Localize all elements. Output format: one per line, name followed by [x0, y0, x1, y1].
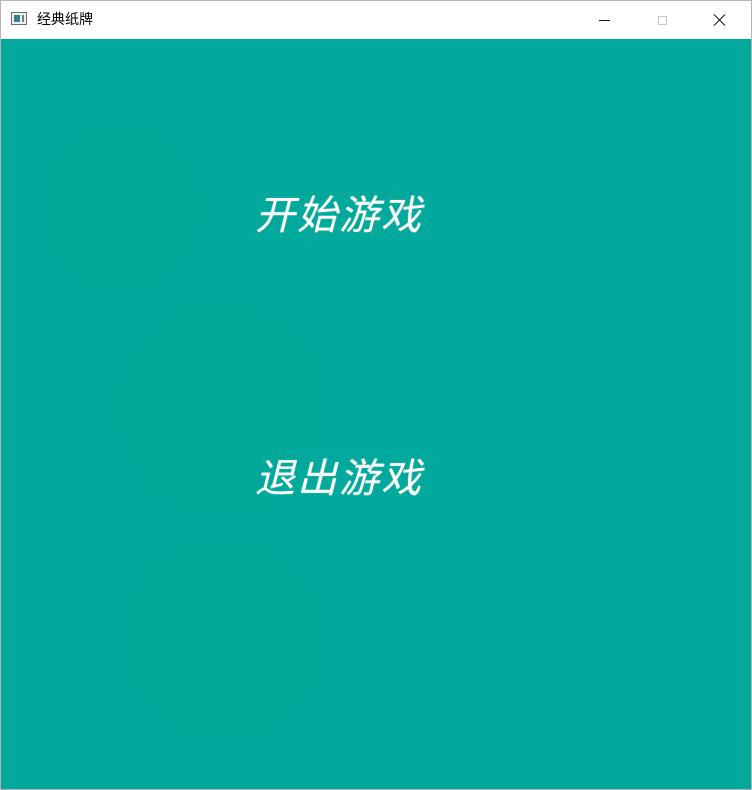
maximize-icon — [657, 15, 667, 25]
background-glow — [41, 129, 201, 289]
start-game-button[interactable]: 开始游戏 — [255, 191, 455, 241]
window-app-icon — [11, 12, 27, 25]
window-title: 经典纸牌 — [37, 12, 93, 28]
minimize-icon — [598, 19, 610, 21]
title-bar[interactable]: 经典纸牌 — [1, 1, 751, 39]
app-window: 经典纸牌 开始游戏 退出游戏 — [0, 0, 752, 790]
minimize-button[interactable] — [581, 1, 627, 39]
exit-game-button[interactable]: 退出游戏 — [255, 454, 455, 504]
close-icon — [713, 13, 727, 27]
game-canvas: 开始游戏 退出游戏 — [1, 39, 751, 789]
close-button[interactable] — [697, 1, 743, 39]
maximize-button[interactable] — [639, 1, 685, 39]
background-glow — [121, 539, 321, 739]
